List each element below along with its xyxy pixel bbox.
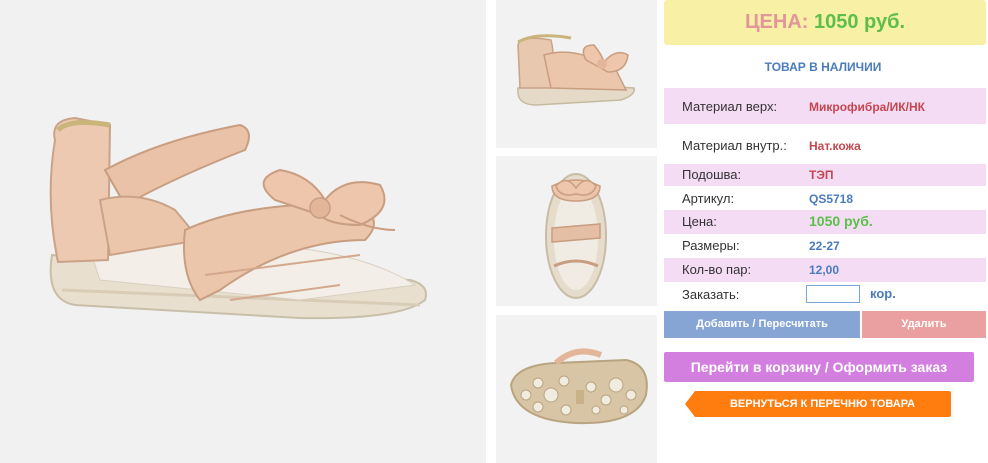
spec-label: Подошва: <box>682 167 742 182</box>
order-label: Заказать: <box>682 287 740 302</box>
sandal-sole-view-illustration <box>509 348 648 425</box>
price-value: 1050 руб. <box>814 11 906 33</box>
spec-label: Материал верх: <box>682 99 778 114</box>
go-to-cart-button[interactable]: Перейти в корзину / Оформить заказ <box>664 352 974 382</box>
spec-value: QS5718 <box>809 192 854 206</box>
add-recalculate-button[interactable]: Добавить / Пересчитать <box>664 311 860 338</box>
thumbnail-1[interactable] <box>496 0 657 148</box>
spec-row-price: Цена: 1050 руб. <box>664 210 986 234</box>
spec-label: Размеры: <box>682 238 740 253</box>
back-to-list-label: ВЕРНУТЬСЯ К ПЕРЕЧНЮ ТОВАРА <box>729 398 916 410</box>
product-page: ЦЕНА: 1050 руб. ТОВАР В НАЛИЧИИ Материал… <box>0 0 988 463</box>
spec-row-sole: Подошва: ТЭП <box>664 164 986 186</box>
sandal-angled-view-illustration <box>517 34 635 106</box>
delete-button[interactable]: Удалить <box>862 311 986 338</box>
spec-value: Нат.кожа <box>809 139 861 153</box>
spec-label: Материал внутр.: <box>682 138 787 153</box>
spec-row-pairs: Кол-во пар: 12,00 <box>664 258 986 282</box>
spec-value: Микрофибра/ИК/НК <box>809 100 925 114</box>
spec-label: Цена: <box>682 214 717 229</box>
order-row: Заказать: кор. <box>664 285 986 307</box>
product-info-panel: ЦЕНА: 1050 руб. ТОВАР В НАЛИЧИИ Материал… <box>664 0 988 463</box>
spec-row-material-upper: Материал верх: Микрофибра/ИК/НК <box>664 88 986 124</box>
spec-value: 22-27 <box>809 239 840 253</box>
spec-label: Кол-во пар: <box>682 262 752 277</box>
back-to-list-button[interactable]: ВЕРНУТЬСЯ К ПЕРЕЧНЮ ТОВАРА <box>685 391 951 417</box>
spec-row-material-inner: Материал внутр.: Нат.кожа <box>664 126 986 162</box>
spec-row-sizes: Размеры: 22-27 <box>664 235 986 257</box>
sandal-side-view-illustration <box>49 116 427 320</box>
sandal-top-view-illustration <box>545 173 607 299</box>
spec-value: 12,00 <box>809 263 840 277</box>
spec-value: ТЭП <box>809 168 834 182</box>
price-banner: ЦЕНА: 1050 руб. <box>664 0 986 45</box>
main-product-image[interactable] <box>0 0 486 463</box>
thumbnail-2[interactable] <box>496 156 657 306</box>
spec-label: Артикул: <box>682 191 735 206</box>
stock-status: ТОВАР В НАЛИЧИИ <box>764 60 882 74</box>
thumbnail-3[interactable] <box>496 315 657 463</box>
arrow-left-icon <box>685 391 695 417</box>
spec-row-article: Артикул: QS5718 <box>664 187 986 209</box>
order-quantity-input[interactable] <box>806 285 860 303</box>
price-label: ЦЕНА: <box>744 11 809 33</box>
spec-value: 1050 руб. <box>809 213 873 229</box>
order-unit: кор. <box>870 286 896 301</box>
